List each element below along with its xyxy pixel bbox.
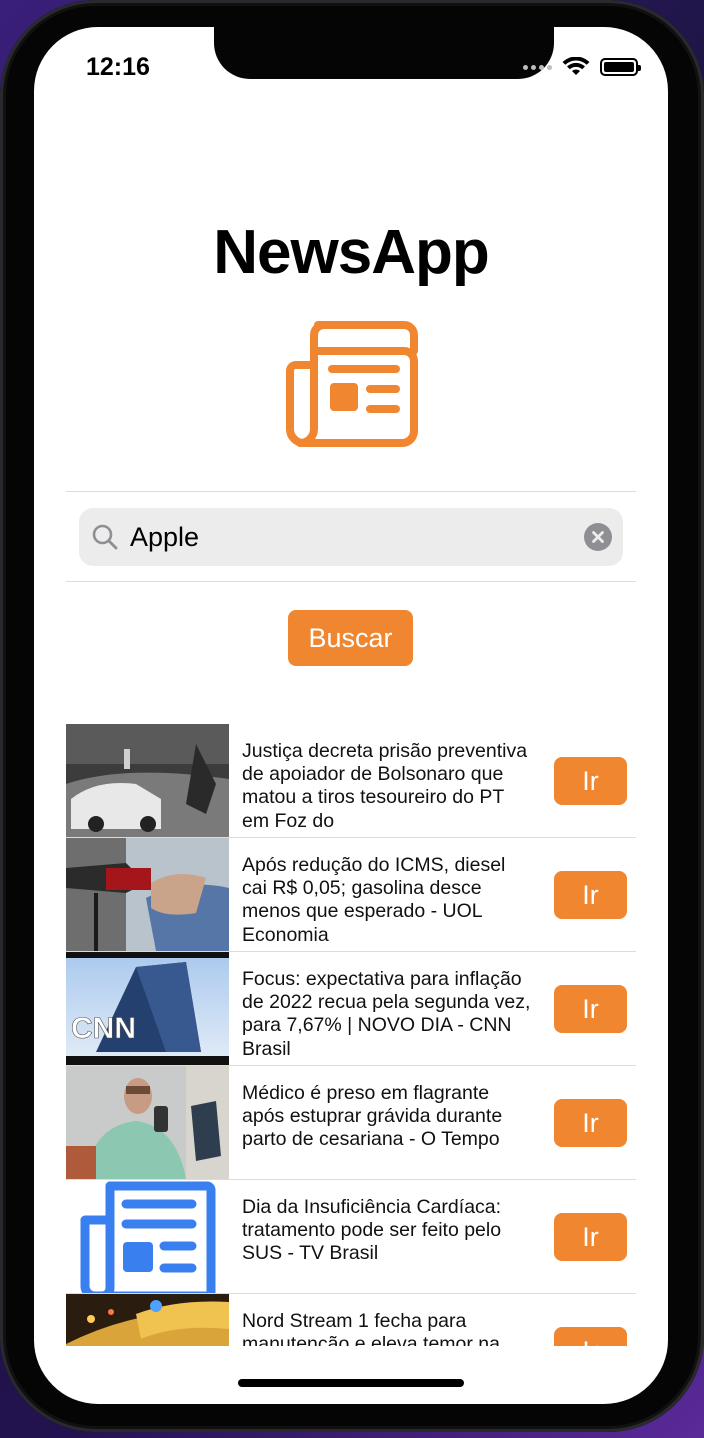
open-news-button[interactable]: Ir <box>554 1213 627 1261</box>
search-button[interactable]: Buscar <box>288 610 413 666</box>
open-news-button[interactable]: Ir <box>554 1099 627 1147</box>
open-news-button[interactable]: Ir <box>554 1327 627 1346</box>
news-title: Médico é preso em flagrante após estupra… <box>242 1082 503 1151</box>
status-icons <box>523 57 641 77</box>
news-title: Dia da Insuficiência Cardíaca: tratament… <box>242 1196 502 1265</box>
news-title: Focus: expectativa para inflação de 2022… <box>242 968 531 1060</box>
cnn-logo: CNN <box>71 1012 136 1045</box>
news-thumbnail <box>66 1294 229 1346</box>
news-thumbnail <box>66 724 229 837</box>
newspaper-icon <box>286 321 418 447</box>
search-icon <box>92 524 118 550</box>
news-thumbnail <box>66 1066 229 1179</box>
news-title: Após redução do ICMS, diesel cai R$ 0,05… <box>242 854 506 946</box>
phone-frame: 12:16 NewsApp Apple Buscar Justiça decre… <box>0 0 704 1432</box>
news-title: Justiça decreta prisão preventiva de apo… <box>242 740 528 832</box>
app-screen: 12:16 NewsApp Apple Buscar Justiça decre… <box>34 27 668 1404</box>
open-news-button[interactable]: Ir <box>554 871 627 919</box>
divider <box>66 581 636 582</box>
divider <box>66 491 636 492</box>
search-input[interactable] <box>130 517 570 557</box>
signal-dots-icon <box>523 64 552 70</box>
open-news-button[interactable]: Ir <box>554 757 627 805</box>
news-thumbnail: CNN <box>66 952 229 1065</box>
home-indicator[interactable] <box>238 1379 464 1387</box>
news-row[interactable]: Após redução do ICMS, diesel cai R$ 0,05… <box>66 838 636 952</box>
app-title: NewsApp <box>213 218 489 287</box>
news-row[interactable]: CNN Focus: expectativa para inflação de … <box>66 952 636 1066</box>
battery-icon <box>600 58 641 76</box>
news-row[interactable]: Médico é preso em flagrante após estupra… <box>66 1066 636 1180</box>
news-list[interactable]: Justiça decreta prisão preventiva de apo… <box>66 724 636 1346</box>
news-thumbnail <box>66 838 229 951</box>
newspaper-placeholder-icon <box>66 1180 229 1293</box>
search-bar[interactable] <box>79 508 623 566</box>
news-row[interactable]: Dia da Insuficiência Cardíaca: tratament… <box>66 1180 636 1294</box>
status-time: 12:16 <box>86 53 150 81</box>
clear-search-icon[interactable] <box>584 523 612 551</box>
notch <box>214 27 554 79</box>
open-news-button[interactable]: Ir <box>554 985 627 1033</box>
news-title: Nord Stream 1 fecha para manutenção e el… <box>242 1310 500 1346</box>
wifi-icon <box>562 57 590 75</box>
news-row[interactable]: Nord Stream 1 fecha para manutenção e el… <box>66 1294 636 1346</box>
news-row[interactable]: Justiça decreta prisão preventiva de apo… <box>66 724 636 838</box>
